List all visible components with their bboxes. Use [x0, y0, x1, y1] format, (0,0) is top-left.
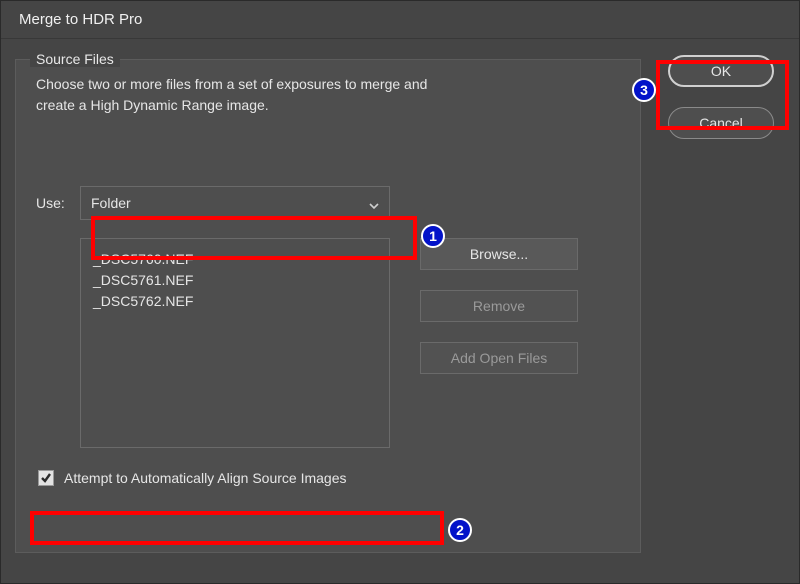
file-list[interactable]: _DSC5760.NEF _DSC5761.NEF _DSC5762.NEF [80, 238, 390, 448]
group-legend: Source Files [30, 51, 120, 67]
use-select-value: Folder [91, 195, 131, 211]
list-item[interactable]: _DSC5761.NEF [93, 270, 377, 291]
cancel-button[interactable]: Cancel [668, 107, 774, 139]
browse-button[interactable]: Browse... [420, 238, 578, 270]
use-row: Use: Folder [36, 186, 620, 220]
dialog-title: Merge to HDR Pro [1, 1, 799, 39]
chevron-down-icon [369, 198, 379, 208]
source-files-group: Source Files Choose two or more files fr… [15, 59, 641, 553]
file-area: _DSC5760.NEF _DSC5761.NEF _DSC5762.NEF B… [36, 238, 620, 448]
list-item[interactable]: _DSC5760.NEF [93, 249, 377, 270]
use-select-wrap: Folder [80, 186, 390, 220]
list-item[interactable]: _DSC5762.NEF [93, 291, 377, 312]
merge-hdr-dialog: Merge to HDR Pro Source Files Choose two… [0, 0, 800, 584]
right-column: OK Cancel [657, 43, 785, 553]
remove-button[interactable]: Remove [420, 290, 578, 322]
file-actions: Browse... Remove Add Open Files [420, 238, 580, 448]
description-text: Choose two or more files from a set of e… [36, 74, 620, 116]
use-label: Use: [36, 195, 80, 211]
add-open-files-button[interactable]: Add Open Files [420, 342, 578, 374]
ok-button[interactable]: OK [668, 55, 774, 87]
use-select[interactable]: Folder [80, 186, 390, 220]
align-checkbox-label: Attempt to Automatically Align Source Im… [64, 470, 346, 486]
align-checkbox-row: Attempt to Automatically Align Source Im… [38, 470, 620, 486]
dialog-content: Source Files Choose two or more files fr… [1, 39, 799, 567]
align-checkbox[interactable] [38, 470, 54, 486]
desc-line: Choose two or more files from a set of e… [36, 76, 427, 92]
main-column: Source Files Choose two or more files fr… [15, 43, 641, 553]
desc-line: create a High Dynamic Range image. [36, 97, 269, 113]
